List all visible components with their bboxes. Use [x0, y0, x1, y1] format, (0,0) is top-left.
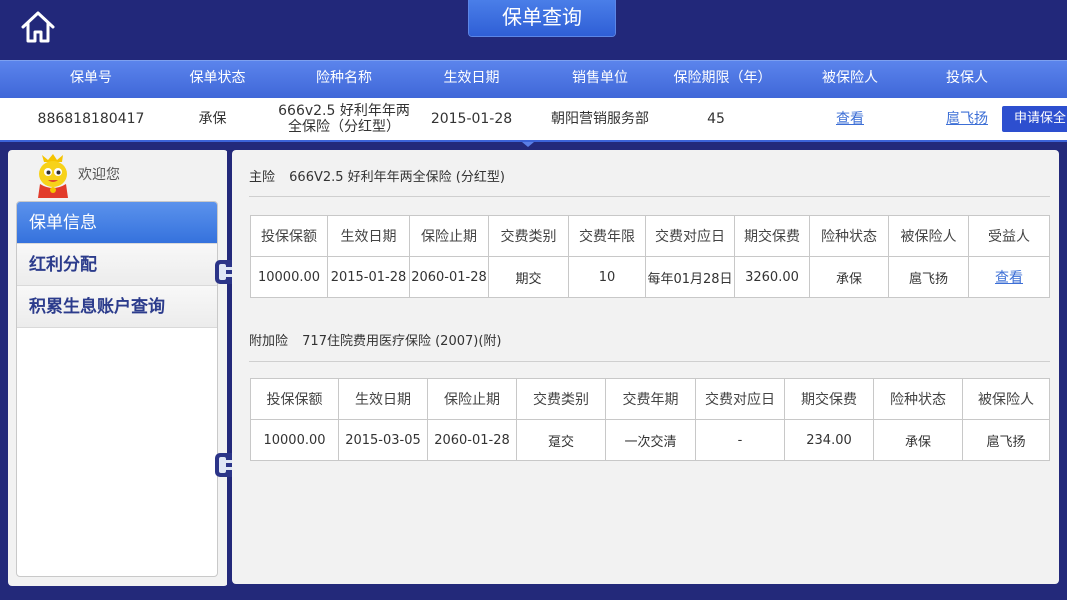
table-cell: 2015-01-28 [327, 256, 410, 298]
apply-preservation-button[interactable]: 申请保全 [1002, 106, 1067, 132]
main-insurance-title: 主险 666V2.5 好利年年两全保险 (分红型) [249, 166, 505, 185]
table-header-cell: 险种状态 [873, 378, 963, 420]
col-policy-no: 保单号 [70, 70, 112, 86]
policy-detail-panel: 主险 666V2.5 好利年年两全保险 (分红型) 投保保额 生效日期 保险止期… [232, 150, 1059, 584]
table-header-cell: 生效日期 [338, 378, 428, 420]
table-header-cell: 投保保额 [250, 378, 339, 420]
rider-insurance-label: 附加险 [249, 334, 289, 349]
table-header-row: 投保保额 生效日期 保险止期 交费类别 交费年期 交费对应日 期交保费 险种状态… [250, 378, 1050, 420]
beneficiary-cell: 查看 [968, 256, 1050, 298]
product-name-line2: 全保险（分红型） [288, 119, 400, 135]
policy-header-row: 保单号 保单状态 险种名称 生效日期 销售单位 保险期限（年） 被保险人 投保人 [0, 60, 1067, 98]
rider-insurance-table: 投保保额 生效日期 保险止期 交费类别 交费年期 交费对应日 期交保费 险种状态… [250, 378, 1050, 461]
table-header-cell: 交费类别 [516, 378, 606, 420]
table-header-row: 投保保额 生效日期 保险止期 交费类别 交费年限 交费对应日 期交保费 险种状态… [250, 215, 1050, 257]
section-divider [249, 196, 1050, 197]
table-cell: 承保 [873, 419, 963, 461]
table-cell: 趸交 [516, 419, 606, 461]
table-row: 10000.00 2015-01-28 2060-01-28 期交 10 每年0… [250, 256, 1050, 298]
table-header-cell: 被保险人 [962, 378, 1050, 420]
policy-data-row: 886818180417 承保 666v2.5 好利年年两 全保险（分红型） 2… [0, 98, 1067, 142]
table-header-cell: 生效日期 [327, 215, 410, 257]
table-cell: 2060-01-28 [427, 419, 517, 461]
table-header-cell: 受益人 [968, 215, 1050, 257]
table-cell: 2015-03-05 [338, 419, 428, 461]
policy-no: 886818180417 [37, 111, 145, 127]
table-cell: 10 [568, 256, 646, 298]
table-cell: 扈飞扬 [888, 256, 969, 298]
table-cell: 扈飞扬 [962, 419, 1050, 461]
product-name: 666v2.5 好利年年两 全保险（分红型） [272, 98, 416, 140]
insured-cell: 查看 [800, 98, 900, 140]
sidebar-menu: 保单信息 红利分配 积累生息账户查询 [16, 201, 218, 577]
binder-divider [227, 150, 230, 586]
main-insurance-name: 666V2.5 好利年年两全保险 (分红型) [289, 170, 505, 185]
table-row: 10000.00 2015-03-05 2060-01-28 趸交 一次交清 -… [250, 419, 1050, 461]
table-header-cell: 投保保额 [250, 215, 328, 257]
beneficiary-view-link[interactable]: 查看 [995, 270, 1023, 286]
rider-insurance-name: 717住院费用医疗保险 (2007)(附) [302, 334, 502, 349]
table-cell: 期交 [488, 256, 569, 298]
table-header-cell: 期交保费 [784, 378, 874, 420]
table-cell: 3260.00 [734, 256, 810, 298]
table-header-cell: 保险止期 [409, 215, 489, 257]
applicant-link[interactable]: 扈飞扬 [946, 111, 988, 127]
table-header-cell: 保险止期 [427, 378, 517, 420]
col-applicant: 投保人 [946, 70, 988, 86]
sidebar: 欢迎您 保单信息 红利分配 积累生息账户查询 [8, 150, 228, 586]
table-cell: 234.00 [784, 419, 874, 461]
table-header-cell: 交费对应日 [695, 378, 785, 420]
table-cell: 2060-01-28 [409, 256, 489, 298]
page-title: 保单查询 [469, 0, 615, 36]
col-policy-status: 保单状态 [189, 70, 246, 86]
term-years: 45 [707, 111, 725, 127]
welcome-text: 欢迎您 [78, 167, 120, 183]
table-header-cell: 交费对应日 [645, 215, 735, 257]
col-sales-unit: 销售单位 [572, 70, 628, 86]
insured-view-link[interactable]: 查看 [836, 111, 864, 127]
policy-status: 承保 [198, 111, 227, 127]
sidebar-item-dividend[interactable]: 红利分配 [17, 244, 217, 286]
col-effective-date: 生效日期 [443, 70, 500, 86]
table-header-cell: 被保险人 [888, 215, 969, 257]
home-icon[interactable] [20, 10, 56, 44]
mascot-avatar [38, 154, 68, 198]
main-insurance-table: 投保保额 生效日期 保险止期 交费类别 交费年限 交费对应日 期交保费 险种状态… [250, 215, 1050, 298]
table-cell: 承保 [809, 256, 889, 298]
effective-date: 2015-01-28 [430, 111, 513, 127]
main-insurance-label: 主险 [249, 170, 276, 185]
sidebar-item-policy-info[interactable]: 保单信息 [17, 202, 217, 244]
top-bar: 保单查询 [0, 0, 1067, 60]
table-cell: 每年01月28日 [645, 256, 735, 298]
table-header-cell: 期交保费 [734, 215, 810, 257]
table-cell: 10000.00 [250, 419, 339, 461]
product-name-line1: 666v2.5 好利年年两 [278, 103, 410, 119]
col-product-name: 险种名称 [316, 70, 372, 86]
sales-unit: 朝阳营销服务部 [551, 111, 649, 127]
col-term: 保险期限（年） [673, 70, 772, 86]
col-insured: 被保险人 [822, 70, 878, 86]
table-cell: - [695, 419, 785, 461]
table-cell: 10000.00 [250, 256, 328, 298]
rider-insurance-title: 附加险 717住院费用医疗保险 (2007)(附) [249, 330, 501, 349]
table-header-cell: 交费年限 [568, 215, 646, 257]
table-header-cell: 交费类别 [488, 215, 569, 257]
table-header-cell: 险种状态 [809, 215, 889, 257]
section-divider [249, 361, 1050, 362]
table-cell: 一次交清 [605, 419, 696, 461]
table-header-cell: 交费年期 [605, 378, 696, 420]
collapse-arrow-icon[interactable] [522, 142, 534, 147]
sidebar-item-interest-account[interactable]: 积累生息账户查询 [17, 286, 217, 328]
